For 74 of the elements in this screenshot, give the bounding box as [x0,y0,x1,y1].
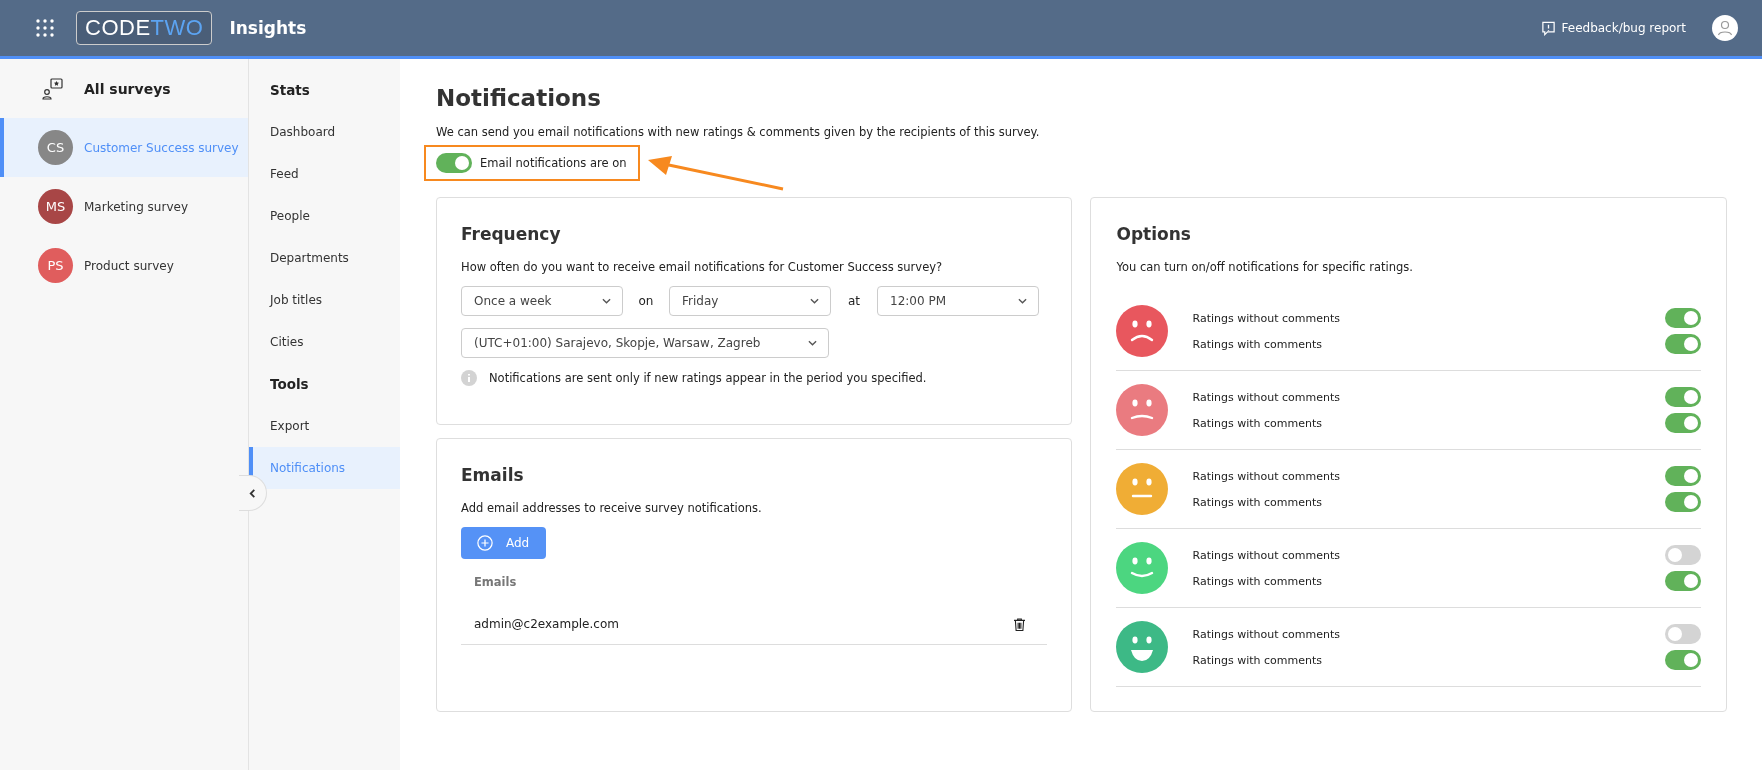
chevron-down-icon [1018,298,1027,304]
rating-option-label: Ratings with comments [1192,337,1322,351]
survey-name: Customer Success survey [84,140,239,155]
toggle-switch[interactable] [1665,413,1701,433]
rating-option-label: Ratings with comments [1192,653,1322,667]
user-avatar-icon[interactable] [1712,15,1738,41]
rating-option-label: Ratings without comments [1192,627,1341,641]
column-header: Emails [473,574,518,591]
survey-item[interactable]: PS Product survey [0,236,248,295]
chevron-left-icon [248,488,257,498]
toggle-switch[interactable] [1665,650,1701,670]
survey-name: Marketing survey [84,199,188,214]
timezone-dropdown[interactable]: (UTC+01:00) Sarajevo, Skopje, Warsaw, Zagreb [461,328,829,358]
info-icon [461,370,477,386]
survey-name: Product survey [84,258,174,273]
chevron-down-icon [602,298,611,304]
nav-item[interactable]: Cities [249,321,400,363]
toggle-switch[interactable] [1665,334,1701,354]
nav-item[interactable]: Dashboard [249,111,400,153]
sidebar-title: All surveys [84,80,171,97]
survey-avatar: CS [38,130,73,165]
nav-heading: Tools [269,375,310,394]
feedback-icon [1540,20,1556,36]
app-launcher-icon[interactable] [36,19,54,37]
card-title: Options [1116,224,1192,244]
nav-item[interactable]: Departments [249,237,400,279]
interval-dropdown[interactable]: Once a week [461,286,623,316]
survey-avatar: MS [38,189,73,224]
rating-option-label: Ratings without comments [1192,390,1341,404]
email-address: admin@c2example.com [474,617,619,631]
plus-circle-icon [477,535,493,551]
nav-heading: Stats [269,81,311,100]
logo[interactable]: CODETWO [76,11,213,45]
toggle-switch[interactable] [1665,466,1701,486]
field-label: at [846,294,862,308]
rating-option-label: Ratings with comments [1192,416,1322,430]
page-title: Notifications [436,85,602,111]
card-description: Add email addresses to receive survey notifications. [461,501,763,515]
toggle-switch[interactable] [1665,571,1701,591]
toggle-switch[interactable] [1665,624,1701,644]
card-description: How often do you want to receive email notifications for Customer Success survey? [461,260,944,274]
toggle-switch[interactable] [1665,545,1701,565]
rating-option-label: Ratings with comments [1192,574,1322,588]
nav-item[interactable]: Feed [249,153,400,195]
delete-icon[interactable] [1014,617,1026,631]
toggle-switch[interactable] [1665,387,1701,407]
nav-item[interactable]: Export [249,405,400,447]
toggle-switch[interactable] [1665,492,1701,512]
rating-option-label: Ratings without comments [1192,311,1341,325]
field-label: on [637,294,655,308]
survey-people-icon [42,77,64,100]
rating-option-label: Ratings without comments [1192,469,1341,483]
feedback-link[interactable]: Feedback/bug report [1540,20,1686,36]
app-title: Insights [229,18,307,38]
survey-item[interactable]: MS Marketing survey [0,177,248,236]
info-text: Notifications are sent only if new ratings appear in the period you specified. [489,371,927,385]
rating-option-label: Ratings with comments [1192,495,1322,509]
card-title: Emails [461,465,525,485]
day-dropdown[interactable]: Friday [669,286,831,316]
nav-item[interactable]: Job titles [249,279,400,321]
page-description: We can send you email notifications with new ratings & comments given by the recipients of this survey. [436,125,1041,139]
chevron-down-icon [808,340,817,346]
toggle-label: Email notifications are on [480,156,627,170]
card-description: You can turn on/off notifications for specific ratings. [1116,260,1414,274]
survey-avatar: PS [38,248,73,283]
toggle-switch[interactable] [436,153,472,173]
collapse-button[interactable] [239,475,267,511]
rating-option-label: Ratings without comments [1192,548,1341,562]
survey-item[interactable]: CS Customer Success survey [0,118,248,177]
nav-item[interactable]: People [249,195,400,237]
card-title: Frequency [461,224,562,244]
chevron-down-icon [810,298,819,304]
time-dropdown[interactable]: 12:00 PM [877,286,1039,316]
toggle-switch[interactable] [1665,308,1701,328]
